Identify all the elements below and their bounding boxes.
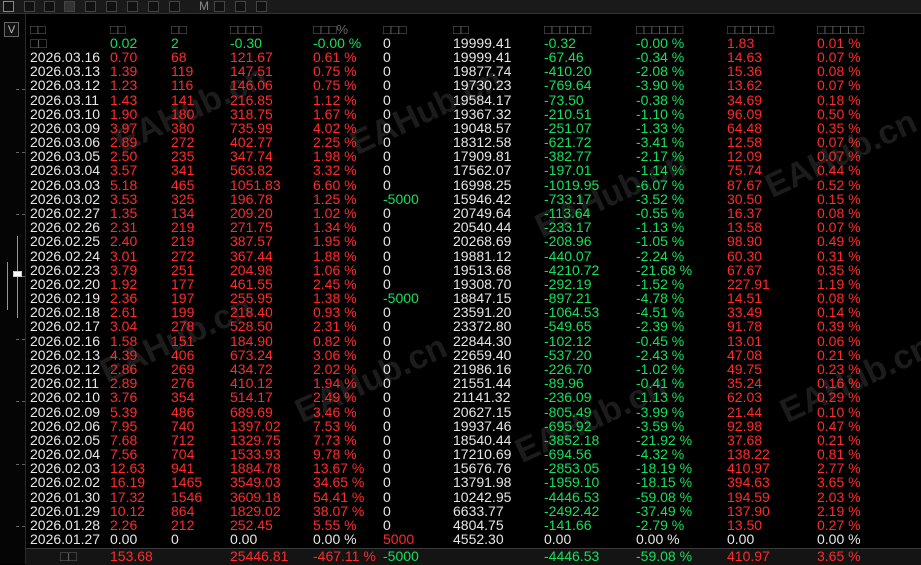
toolbar-button[interactable] [148,1,159,12]
toolbar-button[interactable] [44,1,55,12]
cell-c8: 0.00 % [636,531,680,548]
summary-c4: -467.11 % [313,548,376,564]
cell-c6: 4552.30 [453,531,504,548]
cell-c5: 5000 [383,531,415,548]
summary-c7: -4446.53 [544,548,600,564]
candle-body [13,271,22,277]
summary-c3: 25446.81 [230,548,289,564]
v-button[interactable]: V [4,22,19,37]
summary-c5: -5000 [383,548,419,564]
cell-date: 2026.01.27 [30,531,101,548]
axis-tick [16,464,25,465]
cell-c2: 0 [171,531,179,548]
axis-tick [16,89,25,90]
toolbar-button[interactable] [235,1,246,12]
cell-c10: 0.00 % [817,531,861,548]
axis-tick [16,214,25,215]
toolbar-button-active[interactable] [64,1,75,12]
toolbar: M [0,0,921,14]
toolbar-button[interactable] [106,1,117,12]
cell-c7: 0.00 [544,531,572,548]
candle-wick [7,262,8,310]
toolbar-m-label[interactable]: M [199,0,209,13]
cell-c1: 0.00 [110,531,138,548]
cell-c4: 0.00 % [313,531,357,548]
toolbar-button[interactable] [24,1,35,12]
toolbar-button[interactable] [169,1,180,12]
chart-icon[interactable] [3,1,14,12]
axis-tick [16,339,25,340]
summary-c1: 153.68 [110,548,153,564]
summary-label: □□ [60,548,77,564]
candle-wick [17,236,18,318]
toolbar-button[interactable] [85,1,96,12]
summary-c8: -59.08 % [636,548,693,564]
summary-row[interactable]: □□ 153.68 25446.81 -467.11 % -5000 -4446… [26,548,921,565]
toolbar-button[interactable] [256,1,267,12]
toolbar-button[interactable] [214,1,225,12]
axis-tick [16,152,25,153]
table-header: □□ □□ □□ □□□□ □□□% □□□ □□ □□□□□□ □□□□□□ … [30,22,921,37]
table-row[interactable]: 2026.01.27 0.00 0 0.00 0.00 % 5000 4552.30 0.00… [30,531,921,548]
left-sidebar: V [0,14,26,564]
axis-tick [16,526,25,527]
cell-c3: 0.00 [230,531,258,548]
summary-c10: 3.65 % [817,548,861,564]
cell-c9: 0.00 [727,531,755,548]
toolbar-button[interactable] [127,1,138,12]
summary-c9: 410.97 [727,548,770,564]
axis-tick [16,401,25,402]
